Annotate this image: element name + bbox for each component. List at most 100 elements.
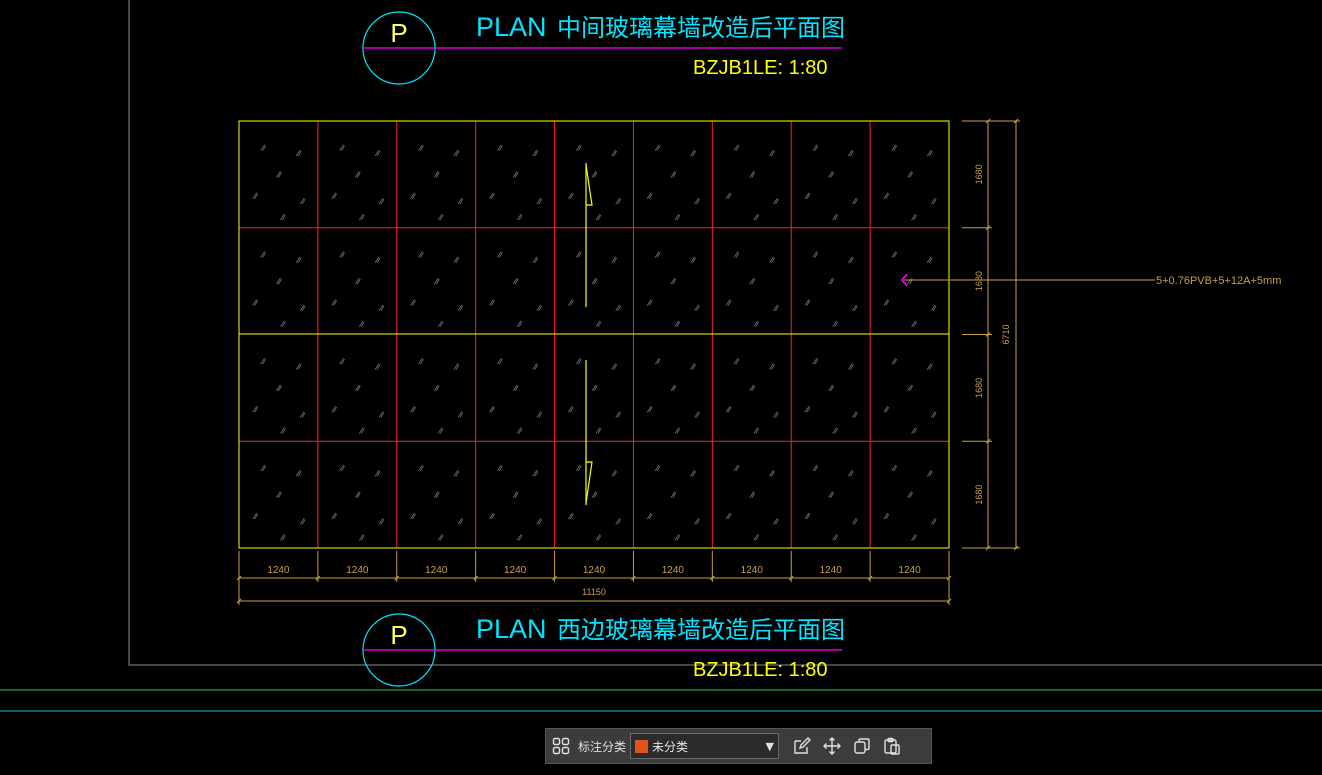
hatch-mark xyxy=(457,411,464,418)
hatch-mark xyxy=(883,299,890,306)
break-mark-lower xyxy=(585,461,593,504)
title-prefix: PLAN xyxy=(476,12,547,42)
hatch-mark xyxy=(358,213,365,221)
hatch-mark xyxy=(358,534,365,541)
hatch-mark xyxy=(339,251,345,258)
hatch-mark xyxy=(911,213,917,221)
hatch-mark xyxy=(374,363,381,370)
hatch-mark xyxy=(654,144,661,151)
hatch-mark xyxy=(812,144,819,151)
edit-icon[interactable] xyxy=(787,731,817,761)
hatch-mark xyxy=(694,411,700,418)
category-select-value: 未分类 xyxy=(652,739,689,754)
hatch-mark xyxy=(595,213,602,221)
hatch-mark xyxy=(374,149,381,157)
move-icon[interactable] xyxy=(817,731,847,761)
hatch-mark xyxy=(832,320,838,328)
hatch-mark xyxy=(355,384,361,392)
hatch-mark xyxy=(725,406,732,413)
copy-icon[interactable] xyxy=(847,731,877,761)
hatch-mark xyxy=(646,406,653,413)
hatch-mark xyxy=(453,363,460,370)
hatch-mark xyxy=(654,357,661,365)
cad-canvas[interactable]: P PLAN 中间玻璃幕墙改造后平面图 BZJB1LE: 1:80 1240 12… xyxy=(0,0,1322,775)
hatch-mark xyxy=(749,384,756,392)
hatch-mark xyxy=(276,384,282,392)
hatch-mark xyxy=(852,304,858,312)
hatch-mark xyxy=(773,411,779,418)
hatch-mark xyxy=(828,171,835,178)
glass-panel-grid xyxy=(238,120,950,549)
hatch-mark xyxy=(489,299,495,306)
hatch-mark xyxy=(497,144,503,151)
hatch-mark xyxy=(457,304,464,312)
hatch-mark xyxy=(568,299,574,306)
hatch-mark xyxy=(410,192,416,199)
hatch-mark xyxy=(536,304,543,312)
dim-label-column: 1240 xyxy=(425,565,448,576)
hatch-mark xyxy=(516,534,523,541)
glass-spec-text: 5+0.76PVB+5+12A+5mm xyxy=(1156,275,1281,287)
hatch-mark xyxy=(930,411,937,418)
hatch-mark xyxy=(437,534,444,541)
hatch-mark xyxy=(260,357,267,365)
hatch-mark xyxy=(832,213,838,221)
hatch-mark xyxy=(252,192,259,199)
hatch-mark xyxy=(907,277,913,285)
hatch-mark xyxy=(654,251,661,258)
hatch-mark xyxy=(615,518,622,525)
hatch-mark xyxy=(410,406,416,413)
hatch-mark xyxy=(654,464,661,472)
hatch-mark xyxy=(595,320,602,328)
hatch-mark xyxy=(252,406,259,413)
hatch-mark xyxy=(374,470,381,477)
hatch-mark xyxy=(591,384,598,392)
hatch-mark xyxy=(848,470,854,477)
title-prefix: PLAN xyxy=(476,614,547,644)
dim-label-column: 1240 xyxy=(267,565,290,576)
hatch-mark xyxy=(591,491,598,498)
hatch-mark xyxy=(433,277,440,285)
hatch-mark xyxy=(733,357,740,365)
hatch-mark xyxy=(516,427,523,434)
category-select[interactable]: 未分类 ▼ xyxy=(630,733,780,759)
paste-icon[interactable] xyxy=(877,731,907,761)
hatch-mark xyxy=(769,470,775,477)
hatch-mark xyxy=(418,464,424,472)
hatch-mark xyxy=(276,277,282,285)
dim-label-total-width: 11150 xyxy=(582,587,606,597)
dim-label-row: 1680 xyxy=(974,485,984,505)
hatch-mark xyxy=(848,363,854,370)
hatch-mark xyxy=(276,491,282,498)
hatch-mark xyxy=(418,144,424,151)
hatch-mark xyxy=(911,320,917,328)
hatch-mark xyxy=(930,197,937,205)
hatch-mark xyxy=(911,427,917,434)
hatch-mark xyxy=(646,299,653,306)
hatch-mark xyxy=(260,251,267,258)
hatch-mark xyxy=(812,464,819,472)
hatch-mark xyxy=(733,251,740,258)
hatch-mark xyxy=(453,470,460,477)
hatch-mark xyxy=(753,320,760,328)
hatch-mark xyxy=(725,299,732,306)
hatch-mark xyxy=(852,411,858,418)
hatch-mark xyxy=(615,304,622,312)
hatch-mark xyxy=(812,251,819,258)
hatch-mark xyxy=(804,512,811,520)
hatch-mark xyxy=(891,464,898,472)
hatch-mark xyxy=(848,256,854,263)
hatch-mark xyxy=(646,512,653,520)
hatch-mark xyxy=(331,406,338,413)
hatch-mark xyxy=(615,411,622,418)
hatch-mark xyxy=(753,534,760,541)
hatch-mark xyxy=(595,534,602,541)
grid-icon[interactable] xyxy=(546,731,576,761)
hatch-mark xyxy=(591,277,598,285)
hatch-mark xyxy=(769,363,775,370)
hatch-mark xyxy=(331,512,338,520)
hatch-mark xyxy=(280,213,286,221)
hatch-mark xyxy=(433,384,440,392)
hatch-mark xyxy=(611,256,618,263)
hatch-mark xyxy=(355,277,361,285)
